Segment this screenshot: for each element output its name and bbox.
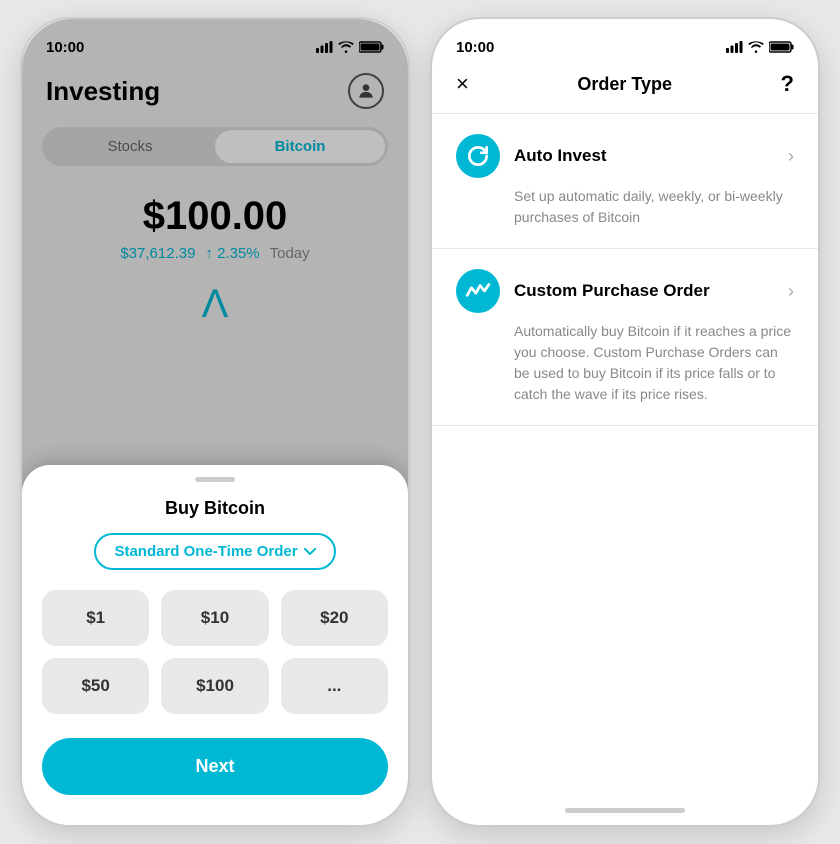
custom-purchase-name: Custom Purchase Order [514, 281, 710, 301]
bottom-sheet: Buy Bitcoin Standard One-Time Order $1 $… [22, 465, 408, 825]
next-button[interactable]: Next [42, 738, 388, 795]
sheet-handle [195, 477, 235, 482]
custom-purchase-left: Custom Purchase Order [456, 269, 710, 313]
home-indicator-right [565, 808, 685, 813]
auto-invest-desc: Set up automatic daily, weekly, or bi-we… [456, 186, 794, 228]
amount-50[interactable]: $50 [42, 658, 149, 714]
main-price: $100.00 [42, 194, 388, 239]
tab-stocks[interactable]: Stocks [45, 130, 215, 163]
chevron-down-icon [304, 548, 316, 556]
auto-invest-chevron: › [788, 146, 794, 167]
sheet-title: Buy Bitcoin [42, 498, 388, 519]
custom-purchase-row: Custom Purchase Order › [456, 269, 794, 313]
battery-icon [359, 41, 384, 53]
chart-logo: Λ [42, 282, 388, 327]
custom-purchase-chevron: › [788, 281, 794, 302]
profile-icon [356, 81, 376, 101]
tab-bar: Stocks Bitcoin [42, 127, 388, 166]
header-title: Order Type [577, 74, 672, 95]
tab-bitcoin[interactable]: Bitcoin [215, 130, 385, 163]
left-status-bar: 10:00 [22, 19, 408, 63]
amount-grid: $1 $10 $20 $50 $100 ... [42, 590, 388, 714]
auto-invest-name: Auto Invest [514, 146, 607, 166]
custom-purchase-icon [456, 269, 500, 313]
left-header: Investing [42, 63, 388, 119]
chart-wave-icon [465, 278, 491, 304]
signal-icon [726, 41, 743, 53]
left-phone: 10:00 Investing [20, 17, 410, 827]
auto-invest-row: Auto Invest › [456, 134, 794, 178]
order-type-button[interactable]: Standard One-Time Order [94, 533, 335, 570]
right-status-time: 10:00 [456, 39, 494, 56]
help-button[interactable]: ? [781, 71, 794, 97]
auto-invest-left: Auto Invest [456, 134, 607, 178]
right-status-bar: 10:00 [432, 19, 818, 63]
amount-100[interactable]: $100 [161, 658, 268, 714]
left-main-content: Investing Stocks Bitcoin $100.00 $37,612… [22, 63, 408, 327]
custom-purchase-desc: Automatically buy Bitcoin if it reaches … [456, 321, 794, 405]
wifi-icon [748, 41, 764, 53]
profile-button[interactable] [348, 73, 384, 109]
left-status-icons [316, 41, 384, 53]
close-button[interactable]: × [456, 73, 469, 95]
period: Today [270, 245, 310, 262]
amount-1[interactable]: $1 [42, 590, 149, 646]
amount-20[interactable]: $20 [281, 590, 388, 646]
auto-invest-icon [456, 134, 500, 178]
wifi-icon [338, 41, 354, 53]
right-phone: 10:00 × Order Type ? [430, 17, 820, 827]
amount-more[interactable]: ... [281, 658, 388, 714]
left-status-time: 10:00 [46, 39, 84, 56]
price-meta: $37,612.39 ↑ 2.35% Today [42, 245, 388, 262]
btc-price: $37,612.39 [120, 245, 195, 262]
auto-invest-option[interactable]: Auto Invest › Set up automatic daily, we… [432, 114, 818, 249]
battery-icon [769, 41, 794, 53]
amount-10[interactable]: $10 [161, 590, 268, 646]
refresh-icon [465, 143, 491, 169]
page-title: Investing [46, 76, 160, 107]
signal-icon [316, 41, 333, 53]
custom-purchase-option[interactable]: Custom Purchase Order › Automatically bu… [432, 249, 818, 426]
change-pct: ↑ 2.35% [205, 245, 259, 262]
order-type-label: Standard One-Time Order [114, 543, 297, 560]
price-section: $100.00 $37,612.39 ↑ 2.35% Today [42, 174, 388, 272]
right-header: × Order Type ? [432, 63, 818, 114]
right-status-icons [726, 41, 794, 53]
